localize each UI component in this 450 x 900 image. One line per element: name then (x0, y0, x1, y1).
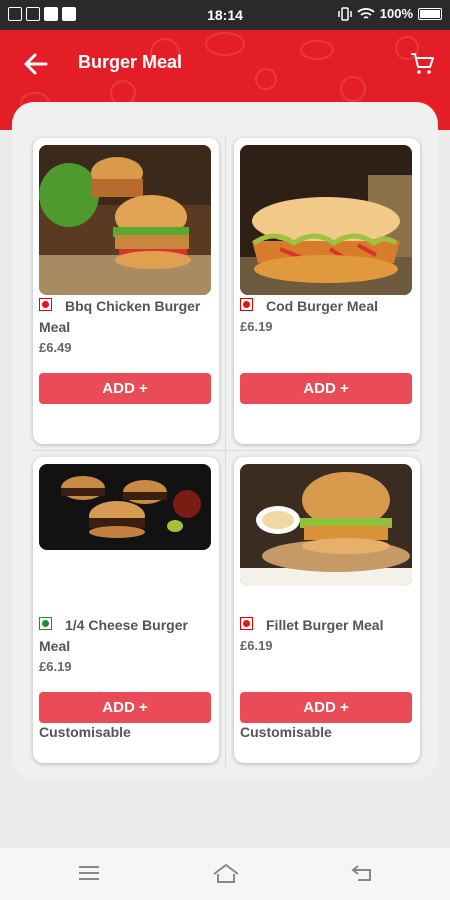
product-card[interactable]: Cod Burger Meal £6.19 ADD + (234, 138, 420, 444)
page-title: Burger Meal (78, 52, 183, 72)
fillet-burger-image (240, 464, 412, 586)
plus-icon: + (339, 699, 349, 716)
grid-divider (225, 137, 226, 767)
product-price: £6.19 (240, 319, 273, 334)
vibrate-icon (338, 6, 352, 21)
add-button[interactable]: ADD + (39, 692, 211, 723)
grid-divider (30, 450, 420, 451)
battery-percent: 100% (379, 6, 413, 21)
back-nav-icon[interactable] (350, 862, 376, 884)
product-price: £6.19 (240, 638, 273, 653)
product-card[interactable]: Fillet Burger Meal £6.19 ADD + Customisa… (234, 457, 420, 763)
doodle-pattern (340, 76, 366, 102)
wifi-icon (357, 7, 375, 19)
add-button[interactable]: ADD + (39, 373, 211, 404)
home-icon[interactable] (211, 862, 241, 884)
product-price: £6.19 (39, 659, 72, 674)
customisable-label: Customisable (240, 724, 332, 740)
plus-icon: + (339, 380, 349, 397)
add-label: ADD (303, 699, 336, 716)
customisable-label: Customisable (39, 724, 131, 740)
doodle-pattern (205, 32, 245, 56)
cheese-burger-image (39, 464, 211, 550)
product-name: Fillet Burger Meal (266, 617, 384, 633)
menu-icon[interactable] (76, 862, 102, 884)
add-button[interactable]: ADD + (240, 692, 412, 723)
bbq-chicken-burger-image (39, 145, 211, 295)
cart-icon[interactable] (410, 52, 434, 76)
status-bar: 18:14 100% (0, 0, 450, 30)
add-label: ADD (102, 380, 135, 397)
add-button[interactable]: ADD + (240, 373, 412, 404)
product-card[interactable]: 1/4 Cheese Burger Meal £6.19 ADD + Custo… (33, 457, 219, 763)
product-name: Cod Burger Meal (266, 298, 379, 314)
cod-burger-image (240, 145, 412, 295)
doodle-pattern (300, 40, 334, 60)
add-label: ADD (102, 699, 135, 716)
system-nav-bar (0, 848, 450, 900)
battery-icon (418, 7, 442, 20)
product-price: £6.49 (39, 340, 72, 355)
product-card[interactable]: Bbq Chicken Burger Meal £6.49 ADD + (33, 138, 219, 444)
add-label: ADD (303, 380, 336, 397)
product-name: Bbq Chicken Burger Meal (39, 298, 201, 335)
product-name: 1/4 Cheese Burger Meal (39, 617, 188, 654)
doodle-pattern (255, 68, 277, 90)
plus-icon: + (138, 380, 148, 397)
arrow-left-icon[interactable] (22, 50, 50, 78)
status-right: 100% (338, 6, 442, 21)
plus-icon: + (138, 699, 148, 716)
